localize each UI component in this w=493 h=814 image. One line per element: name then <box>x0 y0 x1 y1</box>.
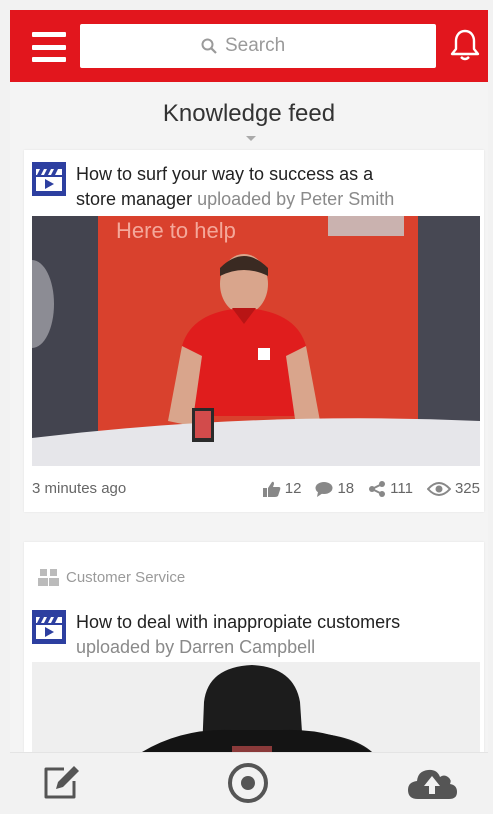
video-thumbnail-image <box>32 662 480 752</box>
speech-bubble-icon <box>315 481 333 497</box>
chevron-down-icon[interactable] <box>246 136 256 141</box>
thumbnail-caption: Here to help <box>116 218 236 243</box>
shares-stat[interactable]: 111 <box>368 480 413 497</box>
search-bar[interactable] <box>80 24 436 68</box>
post-author: uploaded by Darren Campbell <box>76 637 316 657</box>
search-icon <box>201 38 217 54</box>
video-clapper-icon <box>32 162 66 196</box>
cloud-upload-icon[interactable] <box>406 765 458 801</box>
views-stat: 325 <box>426 480 480 497</box>
feed-post[interactable]: How to surf your way to success as a sto… <box>24 150 484 512</box>
post-meta: 3 minutes ago 12 18 111 325 <box>32 480 480 497</box>
post-author: uploaded by Peter Smith <box>197 189 395 209</box>
video-thumbnail[interactable] <box>32 662 480 752</box>
share-icon <box>369 480 386 497</box>
post-category[interactable]: Customer Service <box>38 568 185 586</box>
eye-icon <box>426 481 451 496</box>
post-title[interactable]: How to deal with inappropiate customers … <box>76 610 476 660</box>
video-thumbnail[interactable]: Here to help <box>32 216 480 466</box>
post-timestamp: 3 minutes ago <box>32 480 127 497</box>
feed-post[interactable]: Customer Service How to deal with inappr… <box>24 542 484 752</box>
likes-stat[interactable]: 12 <box>262 480 301 497</box>
video-thumbnail-image <box>32 216 480 466</box>
bottom-toolbar <box>10 752 488 810</box>
app-frame: Knowledge feed How to surf your way to s… <box>10 10 488 810</box>
people-group-icon <box>38 569 59 586</box>
record-circle-icon[interactable] <box>226 761 270 805</box>
post-stats: 12 18 111 325 <box>262 480 480 497</box>
thumbs-up-icon <box>262 481 281 497</box>
post-title[interactable]: How to surf your way to success as a sto… <box>76 162 476 212</box>
video-clapper-icon <box>32 610 66 644</box>
search-input[interactable] <box>225 35 315 57</box>
bell-icon[interactable] <box>450 28 480 62</box>
hamburger-menu-icon[interactable] <box>32 32 66 62</box>
top-bar <box>10 10 488 82</box>
comments-stat[interactable]: 18 <box>315 480 354 497</box>
pencil-edit-icon[interactable] <box>42 763 82 801</box>
page-title: Knowledge feed <box>162 100 336 127</box>
feed-header: Knowledge feed <box>10 82 488 150</box>
